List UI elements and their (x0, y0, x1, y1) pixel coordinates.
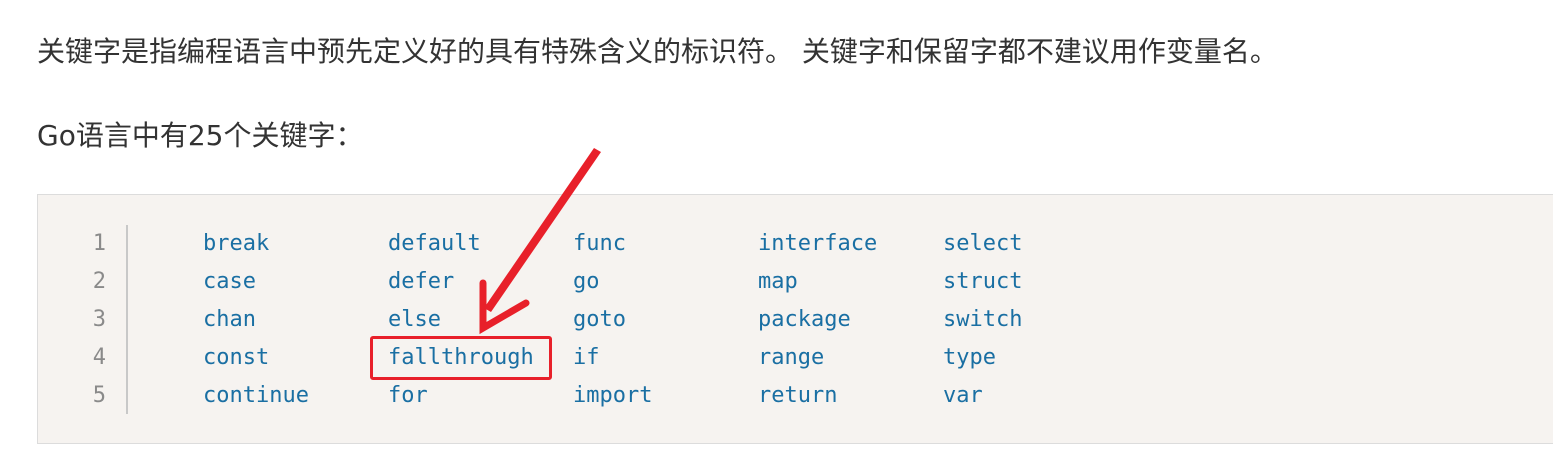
annotation-arrow-icon (479, 148, 601, 335)
